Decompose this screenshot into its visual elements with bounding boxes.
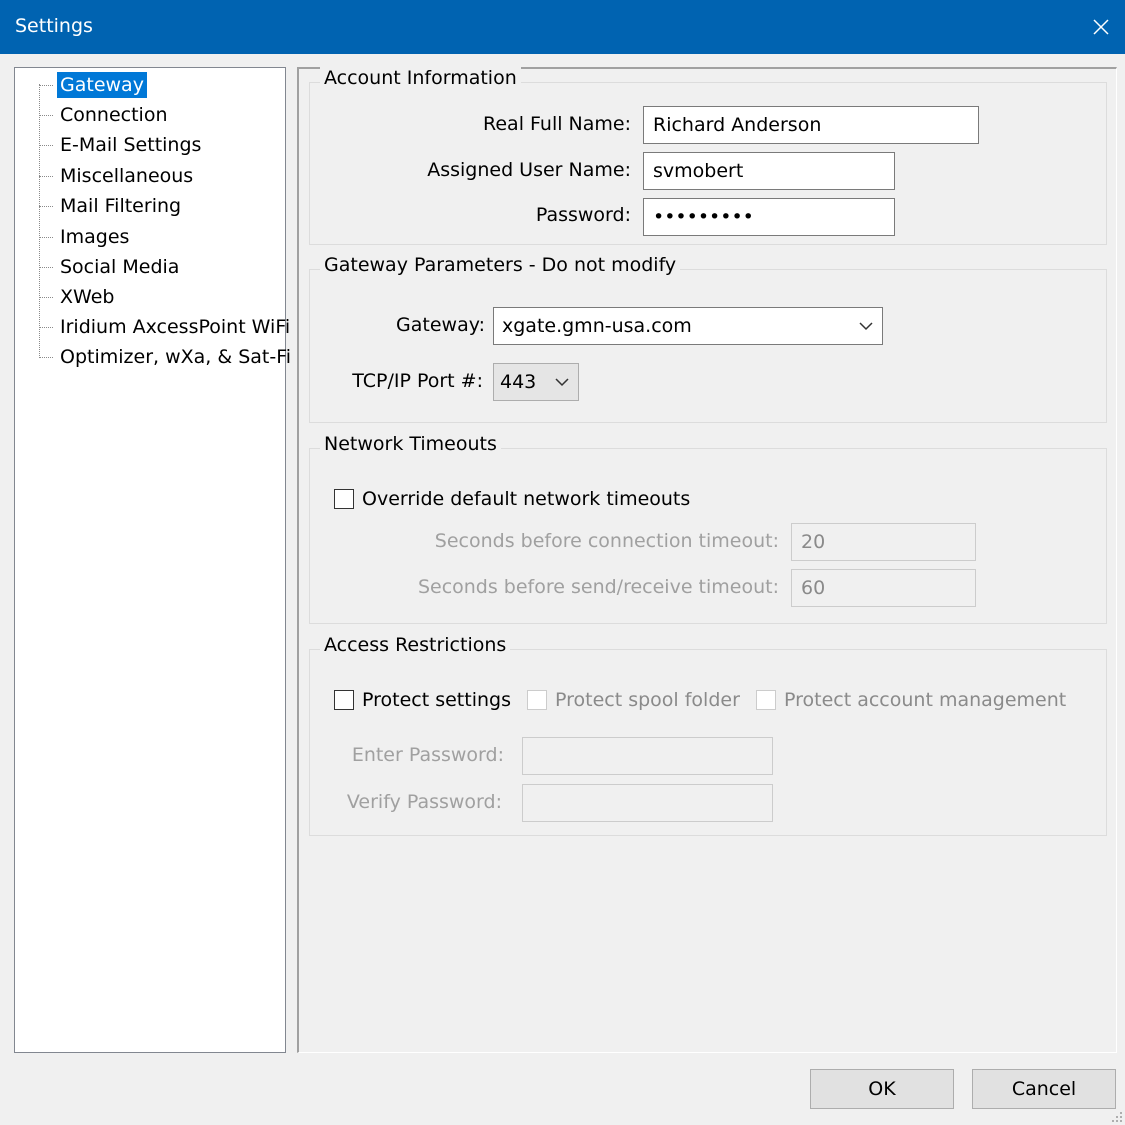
- port-select-value: 443: [500, 371, 537, 393]
- checkbox-label: Protect account management: [784, 689, 1067, 711]
- gateway-label: Gateway:: [396, 314, 485, 336]
- gateway-parameters-group: Gateway Parameters - Do not modify: [309, 254, 1107, 423]
- chevron-down-icon: [859, 322, 873, 331]
- tree-item-email-settings[interactable]: E-Mail Settings: [39, 132, 299, 158]
- checkbox-box: [756, 690, 776, 710]
- user-name-label: Assigned User Name:: [427, 159, 631, 181]
- ok-button[interactable]: OK: [810, 1069, 954, 1109]
- connection-timeout-label: Seconds before connection timeout:: [434, 530, 779, 552]
- group-title: Account Information: [320, 67, 521, 89]
- port-label: TCP/IP Port #:: [352, 370, 483, 392]
- tree-item-xweb[interactable]: XWeb: [39, 284, 299, 310]
- tree-item-optimizer[interactable]: Optimizer, wXa, & Sat-Fi: [39, 344, 299, 370]
- real-name-input[interactable]: [643, 106, 979, 144]
- connection-timeout-input[interactable]: [791, 523, 976, 561]
- sendrecv-timeout-input[interactable]: [791, 569, 976, 607]
- tree-item-label: Mail Filtering: [60, 195, 182, 217]
- password-label: Password:: [535, 204, 631, 226]
- tree-item-label: Images: [60, 226, 130, 248]
- tree-item-miscellaneous[interactable]: Miscellaneous: [39, 163, 299, 189]
- tree-item-label: Gateway: [57, 72, 147, 98]
- settings-tree[interactable]: Gateway Connection E-Mail Settings Misce…: [14, 67, 291, 1053]
- tree-item-connection[interactable]: Connection: [39, 102, 299, 128]
- checkbox-label: Protect spool folder: [555, 689, 740, 711]
- group-title: Access Restrictions: [320, 634, 511, 656]
- gateway-select-value: xgate.gmn-usa.com: [502, 315, 692, 337]
- window-title: Settings: [15, 15, 93, 37]
- enter-password-label: Enter Password:: [351, 744, 504, 766]
- checkbox-box: [334, 690, 354, 710]
- password-input[interactable]: [643, 198, 895, 236]
- tree-item-label: Optimizer, wXa, & Sat-Fi: [60, 346, 292, 368]
- tree-item-label: Miscellaneous: [60, 165, 194, 187]
- verify-password-label: Verify Password:: [346, 791, 502, 813]
- tree-item-label: E-Mail Settings: [60, 134, 202, 156]
- tree-item-iridium[interactable]: Iridium AxcessPoint WiFi: [39, 314, 299, 340]
- chevron-down-icon: [555, 378, 569, 387]
- real-name-label: Real Full Name:: [483, 113, 631, 135]
- tree-item-label: XWeb: [60, 286, 115, 308]
- tree-item-label: Social Media: [60, 256, 180, 278]
- sendrecv-timeout-label: Seconds before send/receive timeout:: [417, 576, 779, 598]
- cancel-button[interactable]: Cancel: [972, 1069, 1116, 1109]
- override-timeouts-checkbox[interactable]: Override default network timeouts: [334, 486, 690, 512]
- tree-item-social-media[interactable]: Social Media: [39, 254, 299, 280]
- close-button[interactable]: [1077, 0, 1125, 54]
- tree-item-images[interactable]: Images: [39, 224, 299, 250]
- gateway-select[interactable]: xgate.gmn-usa.com: [493, 307, 883, 345]
- group-title: Network Timeouts: [320, 433, 501, 455]
- port-select[interactable]: 443: [493, 363, 579, 401]
- checkbox-box: [334, 489, 354, 509]
- resize-grip-icon[interactable]: [1111, 1111, 1123, 1123]
- user-name-input[interactable]: [643, 152, 895, 190]
- protect-account-checkbox[interactable]: Protect account management: [756, 687, 1066, 713]
- group-title: Gateway Parameters - Do not modify: [320, 254, 681, 276]
- enter-password-input[interactable]: [522, 737, 773, 775]
- checkbox-box: [527, 690, 547, 710]
- protect-spool-checkbox[interactable]: Protect spool folder: [527, 687, 740, 713]
- tree-item-label: Connection: [60, 104, 168, 126]
- verify-password-input[interactable]: [522, 784, 773, 822]
- tree-item-label: Iridium AxcessPoint WiFi: [60, 316, 291, 338]
- tree-item-mail-filtering[interactable]: Mail Filtering: [39, 193, 299, 219]
- tree-item-gateway[interactable]: Gateway: [39, 72, 299, 98]
- title-bar: Settings: [0, 0, 1125, 54]
- checkbox-label: Override default network timeouts: [362, 488, 691, 510]
- close-icon: [1093, 19, 1109, 35]
- protect-settings-checkbox[interactable]: Protect settings: [334, 687, 511, 713]
- checkbox-label: Protect settings: [362, 689, 511, 711]
